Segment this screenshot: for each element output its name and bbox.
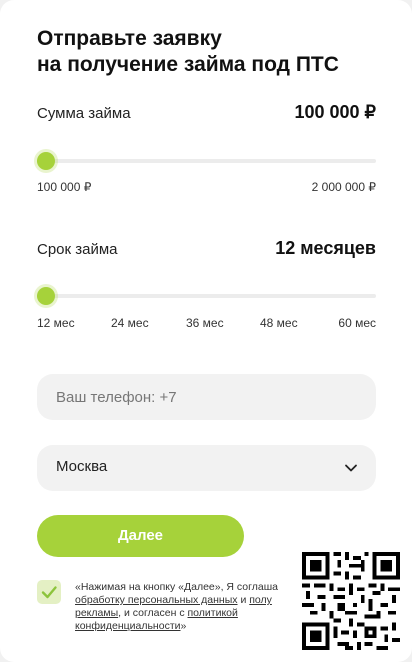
amount-min-label: 100 000 ₽ — [37, 180, 92, 194]
term-tick-24: 24 мес — [111, 316, 149, 330]
loan-application-card: Отправьте заявку на получение займа под … — [0, 0, 412, 662]
next-button[interactable]: Далее — [37, 515, 244, 557]
amount-slider-thumb[interactable] — [37, 152, 55, 170]
phone-field-wrapper — [37, 374, 376, 420]
term-tick-36: 36 мес — [186, 316, 224, 330]
personal-data-link[interactable]: обработку персональных данных — [75, 594, 238, 606]
amount-max-label: 2 000 000 ₽ — [311, 180, 376, 194]
consent-text-and: и — [237, 594, 250, 606]
amount-label: Сумма займа — [37, 105, 131, 122]
term-label: Срок займа — [37, 241, 118, 258]
advertising-link-cont[interactable]: рекламы — [75, 607, 118, 619]
term-tick-60: 60 мес — [338, 316, 376, 330]
amount-value: 100 000 ₽ — [294, 102, 376, 122]
consent-text-mid: , и согласен с — [118, 607, 188, 619]
term-slider-thumb[interactable] — [37, 287, 55, 305]
term-value: 12 месяцев — [275, 238, 376, 258]
term-tick-48: 48 мес — [260, 316, 298, 330]
city-select[interactable]: Москва — [37, 445, 376, 491]
qr-code-image — [302, 552, 400, 650]
check-icon — [41, 586, 57, 599]
term-tick-12: 12 мес — [37, 316, 75, 330]
phone-input[interactable] — [37, 374, 376, 420]
form-title-line1: Отправьте заявку — [37, 27, 222, 50]
city-selected-value: Москва — [56, 458, 108, 475]
consent-text-start: «Нажимая на кнопку «Далее», Я соглаша — [75, 581, 278, 593]
consent-text-end: » — [180, 620, 187, 632]
form-title: Отправьте заявку на получение займа под … — [37, 26, 387, 78]
amount-slider[interactable] — [37, 152, 376, 170]
advertising-link[interactable]: полу — [249, 594, 272, 606]
consent-text: «Нажимая на кнопку «Далее», Я соглаша об… — [75, 581, 305, 633]
form-title-line2: на получение займа под ПТС — [37, 53, 339, 76]
term-slider[interactable] — [37, 287, 376, 305]
chevron-down-icon — [345, 464, 357, 472]
consent-checkbox[interactable] — [37, 580, 61, 604]
